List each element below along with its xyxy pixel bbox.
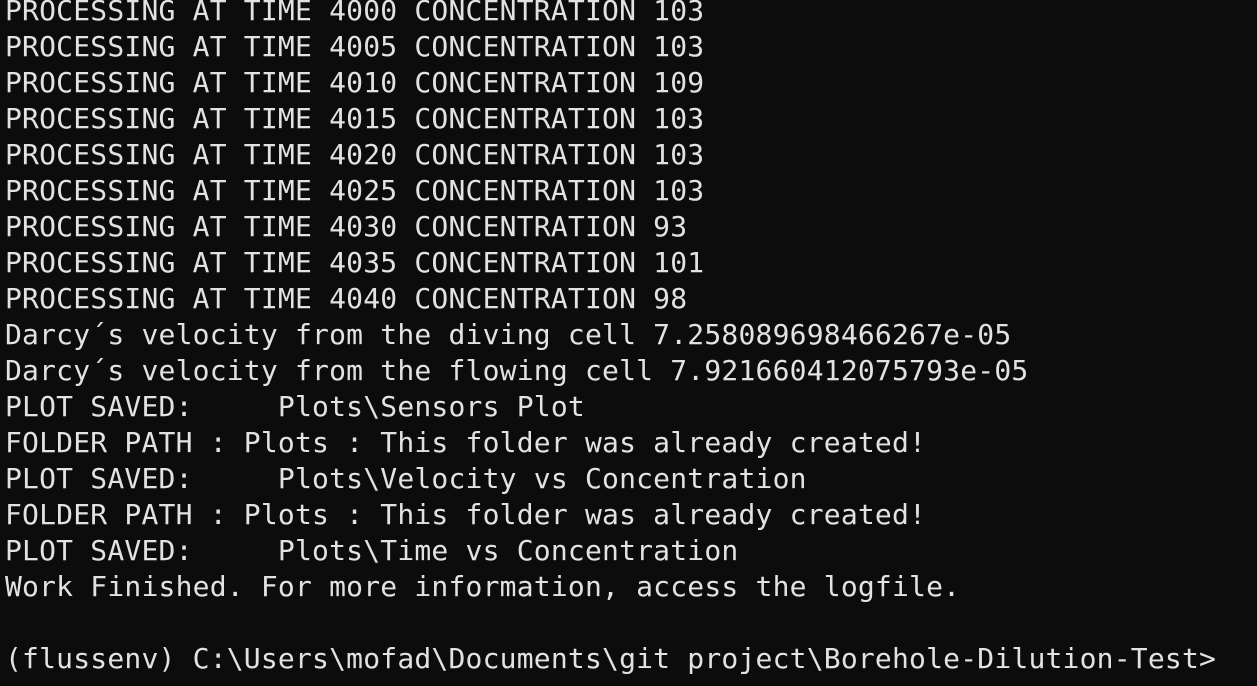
output-line: PROCESSING AT TIME 4040 CONCENTRATION 98: [5, 282, 688, 315]
output-line: Work Finished. For more information, acc…: [5, 570, 961, 603]
output-line: PROCESSING AT TIME 4000 CONCENTRATION 10…: [5, 0, 705, 27]
output-line: PROCESSING AT TIME 4015 CONCENTRATION 10…: [5, 102, 705, 135]
output-line: PROCESSING AT TIME 4010 CONCENTRATION 10…: [5, 66, 705, 99]
output-line: PLOT SAVED: Plots\Velocity vs Concentrat…: [5, 462, 807, 495]
output-line: PLOT SAVED: Plots\Time vs Concentration: [5, 534, 739, 567]
output-line: PROCESSING AT TIME 4025 CONCENTRATION 10…: [5, 174, 705, 207]
output-line: FOLDER PATH : Plots : This folder was al…: [5, 498, 927, 531]
output-line: PROCESSING AT TIME 4020 CONCENTRATION 10…: [5, 138, 705, 171]
output-line: PROCESSING AT TIME 4005 CONCENTRATION 10…: [5, 30, 705, 63]
output-line: Darcy´s velocity from the flowing cell 7…: [5, 354, 1029, 387]
command-prompt[interactable]: (flussenv) C:\Users\mofad\Documents\git …: [5, 641, 1216, 677]
terminal-window[interactable]: PROCESSING AT TIME 4000 CONCENTRATION 10…: [0, 0, 1257, 686]
output-line: PROCESSING AT TIME 4035 CONCENTRATION 10…: [5, 246, 705, 279]
output-line: Darcy´s velocity from the diving cell 7.…: [5, 318, 1012, 351]
terminal-output: PROCESSING AT TIME 4000 CONCENTRATION 10…: [5, 0, 1216, 677]
output-line: PLOT SAVED: Plots\Sensors Plot: [5, 390, 585, 423]
output-line: FOLDER PATH : Plots : This folder was al…: [5, 426, 927, 459]
output-line: PROCESSING AT TIME 4030 CONCENTRATION 93: [5, 210, 688, 243]
